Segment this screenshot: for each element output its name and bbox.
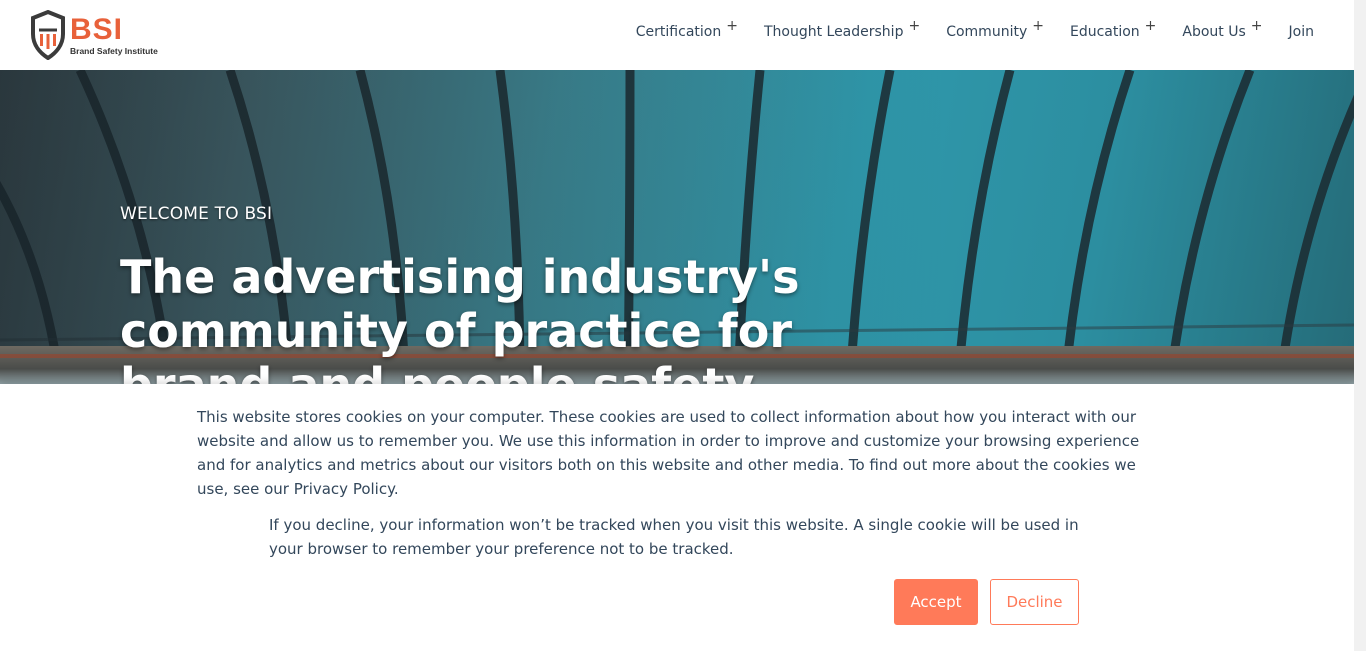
main-nav: Certification + Thought Leadership + Com… <box>610 0 1314 64</box>
accept-button[interactable]: Accept <box>894 579 978 625</box>
nav-item-label: About Us <box>1182 24 1246 40</box>
shield-logo-icon <box>31 10 65 60</box>
nav-item-thought-leadership[interactable]: Thought Leadership + <box>763 18 920 40</box>
cookie-message-end: . <box>393 480 399 498</box>
nav-item-about-us[interactable]: About Us + <box>1182 18 1262 40</box>
nav-item-education[interactable]: Education + <box>1069 18 1156 40</box>
scrollbar[interactable] <box>1354 0 1366 651</box>
privacy-policy-link[interactable]: Privacy Policy <box>294 480 394 498</box>
nav-item-label: Thought Leadership <box>763 24 904 40</box>
site-header: BSI Brand Safety Institute Certification… <box>0 0 1354 70</box>
cookie-banner: This website stores cookies on your comp… <box>0 384 1354 651</box>
decline-button[interactable]: Decline <box>990 579 1079 625</box>
nav-item-certification[interactable]: Certification + <box>635 18 738 40</box>
plus-icon[interactable]: + <box>1032 18 1044 34</box>
hero-eyebrow: WELCOME TO BSI <box>120 204 273 224</box>
plus-icon[interactable]: + <box>1251 18 1263 34</box>
hero-section: WELCOME TO BSI The advertising industry'… <box>0 70 1354 384</box>
plus-icon[interactable]: + <box>1145 18 1157 34</box>
plus-icon[interactable]: + <box>908 18 920 34</box>
logo[interactable]: BSI Brand Safety Institute <box>30 10 160 60</box>
plus-icon[interactable]: + <box>726 18 738 34</box>
nav-item-community[interactable]: Community + <box>946 18 1044 40</box>
logo-wordmark: BSI <box>70 13 124 46</box>
nav-item-label: Join <box>1288 24 1314 40</box>
hero-title: The advertising industry's community of … <box>120 250 800 384</box>
nav-item-label: Certification <box>635 24 722 40</box>
cookie-decline-note: If you decline, your information won’t b… <box>269 516 1079 558</box>
nav-item-label: Community <box>946 24 1028 40</box>
nav-item-label: Education <box>1069 24 1140 40</box>
logo-tagline: Brand Safety Institute <box>70 46 158 56</box>
page: BSI Brand Safety Institute Certification… <box>0 0 1366 651</box>
cookie-message: This website stores cookies on your comp… <box>197 405 1147 501</box>
nav-item-join[interactable]: Join <box>1289 24 1314 40</box>
